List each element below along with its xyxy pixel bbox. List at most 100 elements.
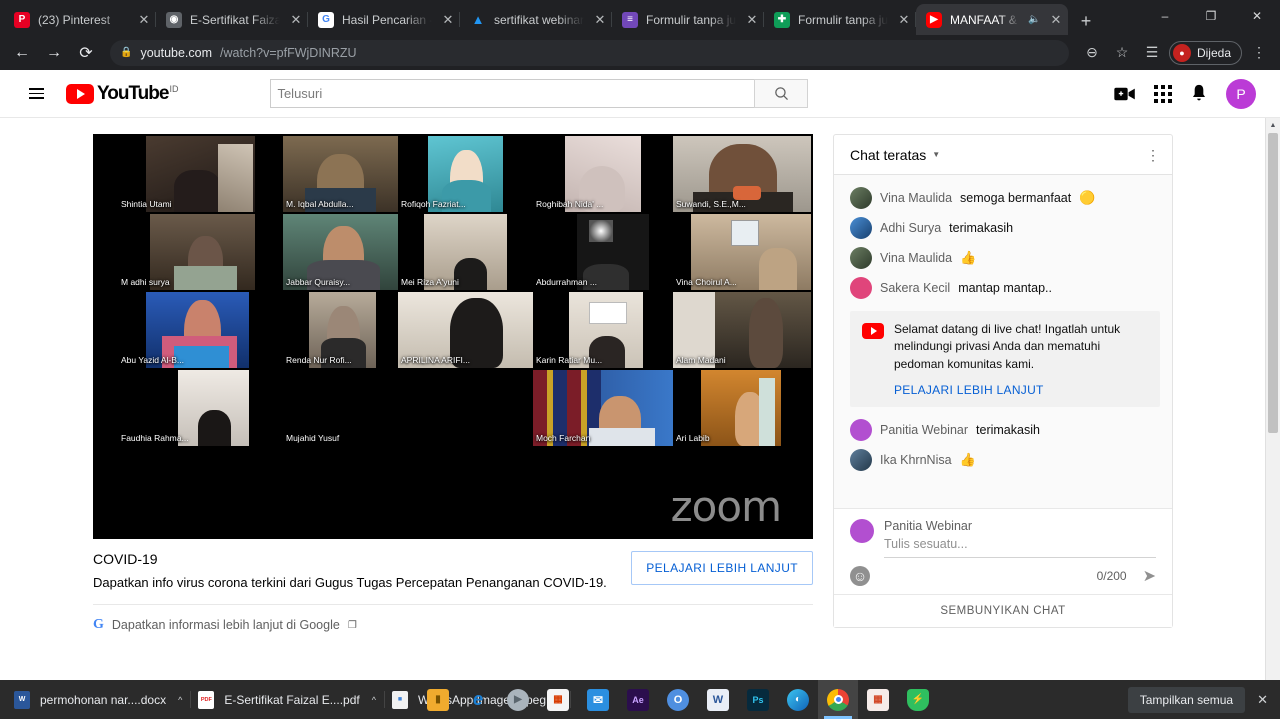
chat-author[interactable]: Ika KhrnNisa [880,453,952,467]
chat-author[interactable]: Vina Maulida [880,251,952,265]
reading-list-icon[interactable]: ☰ [1139,40,1165,66]
show-all-downloads-button[interactable]: Tampilkan semua [1127,686,1246,713]
avatar[interactable] [850,277,872,299]
participant-tile: Mujahid Yusuf [283,370,398,446]
video-camera-icon[interactable] [1114,86,1136,102]
chat-author[interactable]: Vina Maulida [880,191,952,205]
avatar[interactable] [850,187,872,209]
emoji-smiley-icon[interactable]: ☺ [850,566,870,586]
new-tab-button[interactable]: + [1072,7,1100,35]
participant-name: Renda Nur Rofi... [286,355,352,365]
page-scrollbar[interactable]: ▲ [1265,118,1280,680]
taskbar-app-media-player[interactable]: ▶ [498,680,538,719]
avatar[interactable] [850,217,872,239]
scroll-up-arrow[interactable]: ▲ [1266,118,1280,133]
taskbar-app-file-explorer[interactable]: ▮ [418,680,458,719]
taskbar-apps: ▮ e ▶ ▦ ✉ Ae O W Ps ◐ ▦ ⚡ [418,680,938,719]
tab-audio-icon[interactable]: 🔈 [1028,14,1040,25]
close-icon[interactable]: ✕ [1257,692,1268,708]
taskbar-app-powerpoint[interactable]: ▦ [858,680,898,719]
close-icon[interactable]: ✕ [592,13,608,26]
taskbar-app-opera[interactable]: O [658,680,698,719]
taskbar-app-mail[interactable]: ✉ [578,680,618,719]
browser-tab[interactable]: ◉ E-Sertifikat Faizal E ✕ [156,4,308,35]
grid-apps-icon[interactable] [1154,84,1172,103]
browser-tab[interactable]: ≡ Formulir tanpa jud ✕ [612,4,764,35]
close-icon[interactable]: ✕ [288,13,304,26]
video-player[interactable]: Shintia Utami M. Iqbal Abdulla... Rofiqo… [93,134,813,539]
covid-learn-more-button[interactable]: PELAJARI LEBIH LANJUT [631,551,813,585]
download-item[interactable]: PDF E-Sertifikat Faizal E....pdf ^ [190,685,385,714]
browser-menu-icon[interactable]: ⋮ [1246,40,1272,66]
bookmark-star-icon[interactable]: ☆ [1109,40,1135,66]
chat-composer: Panitia Webinar Tulis sesuatu... ☺ 0/200… [834,508,1172,594]
scrollbar-thumb[interactable] [1268,133,1278,433]
browser-tab[interactable]: ▲ sertifikat webinar - ✕ [460,4,612,35]
profile-button[interactable]: ● Dijeda [1168,40,1242,65]
close-icon[interactable]: ✕ [136,13,152,26]
taskbar-app-chrome[interactable] [818,680,858,719]
file-explorer-icon: ▮ [427,688,449,711]
chevron-down-icon[interactable]: ▼ [932,150,940,159]
close-icon[interactable]: ✕ [1048,13,1064,26]
close-icon[interactable]: ✕ [440,13,456,26]
search-icon [775,87,788,100]
covid-footer[interactable]: G Dapatkan informasi lebih lanjut di Goo… [93,605,813,633]
zoom-icon[interactable]: ⊖ [1079,40,1105,66]
notice-learn-more-link[interactable]: PELAJARI LEBIH LANJUT [894,383,1148,397]
covid-footer-text: Dapatkan informasi lebih lanjut di Googl… [111,618,340,632]
kebab-menu-icon[interactable]: ⋮ [1146,148,1160,162]
youtube-logo[interactable]: YouTube ID [66,82,178,104]
participant-name: Ari Labib [676,433,710,443]
taskbar-app-word[interactable]: W [698,680,738,719]
search-input[interactable]: Telusuri [270,79,755,108]
address-bar[interactable]: 🔒 youtube.com/watch?v=pfFWjDINRZU [110,39,1069,66]
account-avatar[interactable]: P [1226,78,1256,109]
send-arrow-icon[interactable]: ➤ [1143,566,1156,586]
search-button[interactable] [754,79,809,108]
zoom-watermark: zoom [670,482,782,531]
avatar[interactable] [850,247,872,269]
taskbar-app-after-effects[interactable]: Ae [618,680,658,719]
chat-author[interactable]: Panitia Webinar [880,423,968,437]
participant-name: Abu Yazid Al-B... [121,355,184,365]
browser-tab-active[interactable]: ▶ MANFAAT & T 🔈 ✕ [916,4,1068,35]
window-close-button[interactable]: ✕ [1234,0,1280,32]
reload-button[interactable]: ⟳ [72,39,100,67]
security-shield-icon: ⚡ [907,688,929,711]
youtube-wordmark: YouTube [97,82,169,104]
maximize-button[interactable]: ❐ [1188,0,1234,32]
chevron-up-icon[interactable]: ^ [372,695,376,705]
primary-column: Shintia Utami M. Iqbal Abdulla... Rofiqo… [93,134,813,633]
bell-icon[interactable] [1190,84,1208,103]
taskbar-app-internet-explorer[interactable]: e [458,680,498,719]
browser-tab[interactable]: G Hasil Pencarian - B ✕ [308,4,460,35]
download-item[interactable]: W permohonan nar....docx ^ [6,685,192,714]
avatar[interactable] [850,419,872,442]
chat-author[interactable]: Sakera Kecil [880,281,950,295]
close-icon[interactable]: ✕ [744,13,760,26]
close-icon[interactable]: ✕ [896,13,912,26]
chat-title[interactable]: Chat teratas [850,147,926,163]
browser-tab[interactable]: ✚ Formulir tanpa jud ✕ [764,4,916,35]
chevron-up-icon[interactable]: ^ [178,695,182,705]
taskbar-app-edge[interactable]: ◐ [778,680,818,719]
browser-tab[interactable]: P (23) Pinterest ✕ [4,4,156,35]
hide-chat-button[interactable]: SEMBUNYIKAN CHAT [834,594,1172,627]
back-button[interactable]: ← [8,39,36,67]
avatar[interactable] [850,449,872,472]
taskbar-app-microsoft-store[interactable]: ▦ [538,680,578,719]
forward-button[interactable]: → [40,39,68,67]
participant-tile: Abu Yazid Al-B... [118,292,283,368]
chat-system-notice: Selamat datang di live chat! Ingatlah un… [850,311,1160,408]
taskbar-app-photoshop[interactable]: Ps [738,680,778,719]
taskbar-app-security[interactable]: ⚡ [898,680,938,719]
chat-message-input[interactable]: Tulis sesuatu... [884,533,1156,558]
guide-menu-icon[interactable] [16,74,56,114]
tab-title: Hasil Pencarian - B [342,12,432,27]
minimize-button[interactable]: – [1142,0,1188,32]
chat-author[interactable]: Adhi Surya [880,221,941,235]
chat-messages[interactable]: Vina Maulida semoga bermanfaat 🟡 Adhi Su… [834,175,1172,508]
chat-message: Sakera Kecil mantap mantap.. [834,273,1172,303]
participant-tile: Shintia Utami [118,136,283,212]
